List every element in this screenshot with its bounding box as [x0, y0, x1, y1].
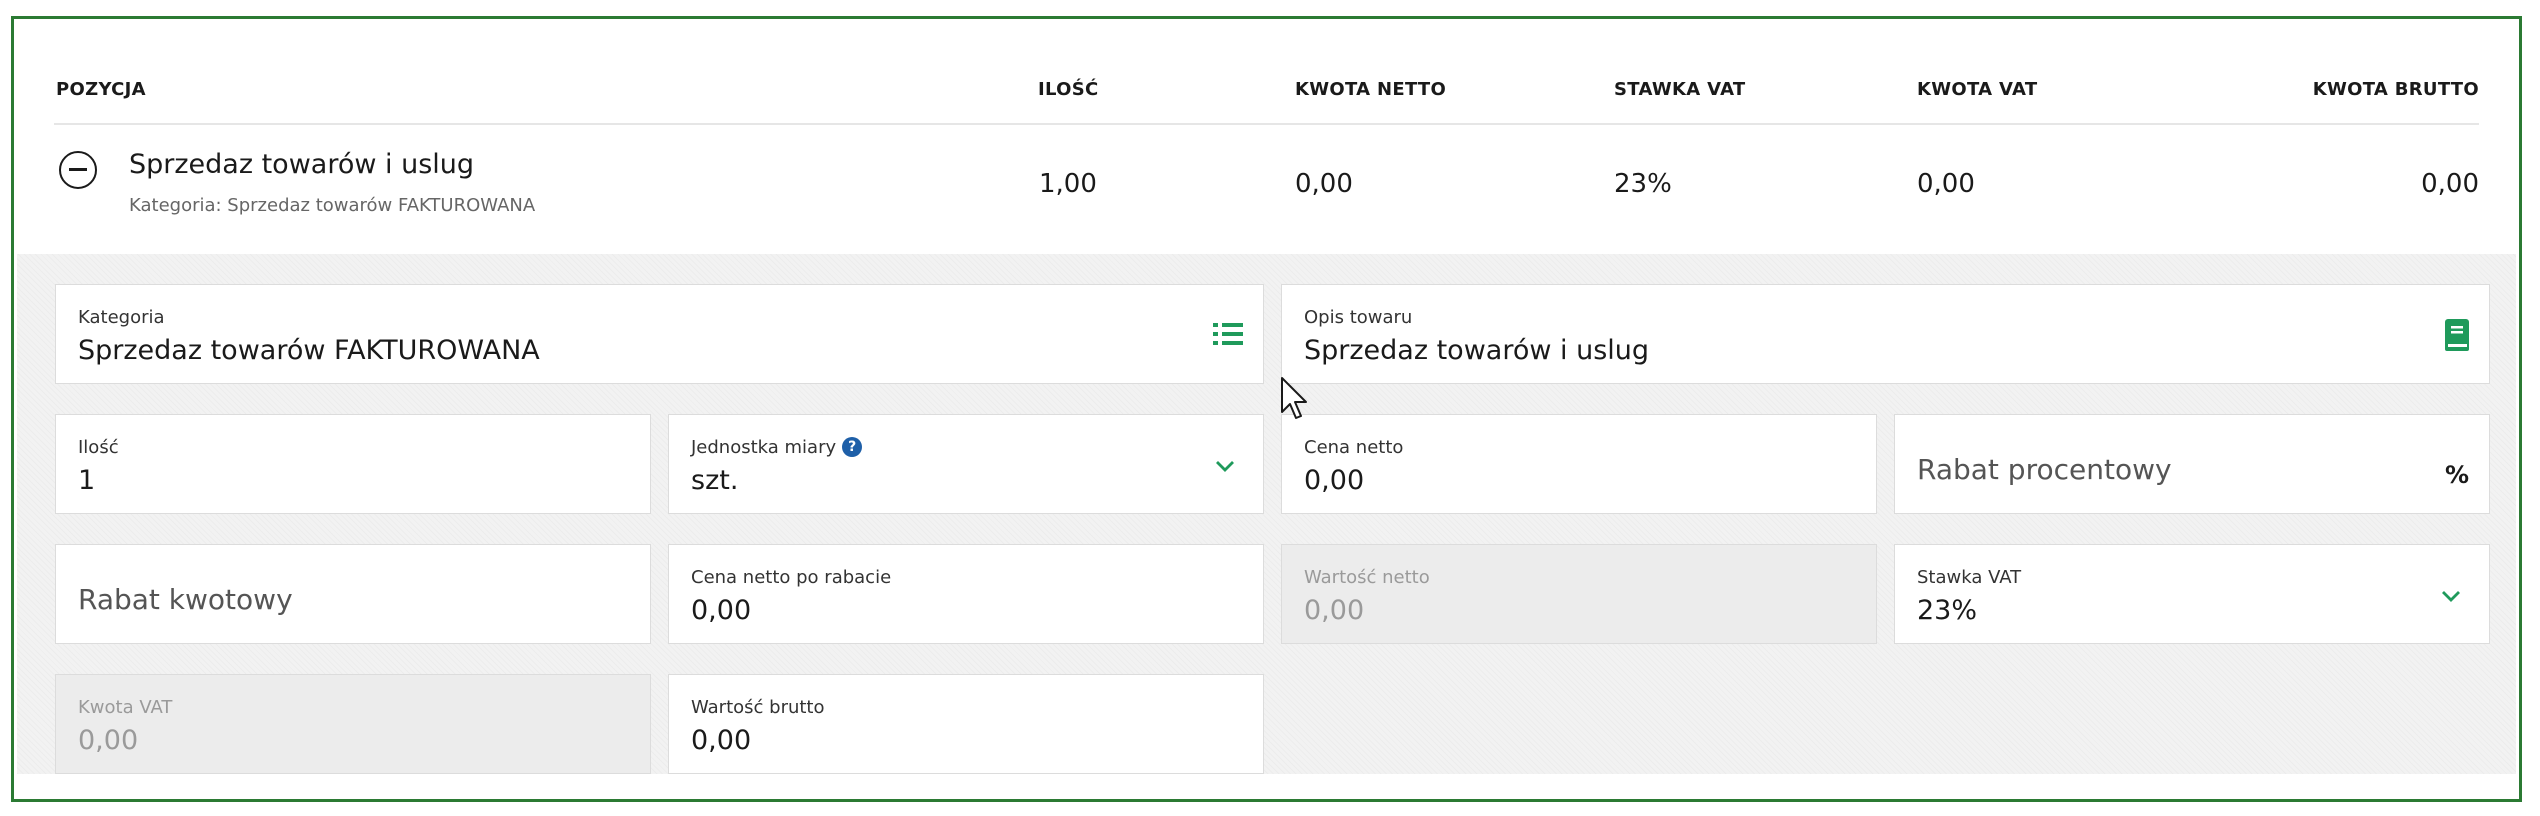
- kategoria-label: Kategoria: [78, 307, 165, 328]
- rabat-procentowy-placeholder: Rabat procentowy: [1917, 453, 2172, 486]
- ilosc-label: Ilość: [78, 437, 119, 458]
- header-kwota-brutto: KWOTA BRUTTO: [2312, 79, 2479, 100]
- wartosc-brutto-label: Wartość brutto: [691, 697, 825, 718]
- opis-towaru-value: Sprzedaz towarów i uslug: [1304, 335, 1650, 366]
- stawka-vat-label: Stawka VAT: [1917, 567, 2022, 588]
- header-stawka-vat: STAWKA VAT: [1614, 79, 1746, 100]
- item-category: Kategoria: Sprzedaz towarów FAKTUROWANA: [129, 195, 536, 216]
- header-kwota-vat: KWOTA VAT: [1917, 79, 2038, 100]
- wartosc-netto-value: 0,00: [1304, 595, 1365, 626]
- jednostka-miary-value: szt.: [691, 465, 739, 496]
- stawka-vat-select[interactable]: Stawka VAT 23%: [1894, 544, 2490, 644]
- invoice-item-panel: POZYCJA ILOŚĆ KWOTA NETTO STAWKA VAT KWO…: [11, 16, 2522, 802]
- wartosc-brutto-field[interactable]: Wartość brutto 0,00: [668, 674, 1264, 774]
- header-ilosc: ILOŚĆ: [1038, 79, 1099, 100]
- cena-netto-field[interactable]: Cena netto 0,00: [1281, 414, 1877, 514]
- mouse-cursor-icon: [1280, 376, 1310, 426]
- chevron-down-icon[interactable]: [1215, 457, 1235, 476]
- item-stawka-vat: 23%: [1614, 169, 1672, 199]
- header-pozycja: POZYCJA: [56, 79, 146, 100]
- chevron-down-icon[interactable]: [2441, 587, 2461, 606]
- cena-netto-po-rabacie-field[interactable]: Cena netto po rabacie 0,00: [668, 544, 1264, 644]
- rabat-procentowy-field[interactable]: Rabat procentowy %: [1894, 414, 2490, 514]
- item-kwota-vat: 0,00: [1917, 169, 1975, 199]
- cena-netto-po-rabacie-label: Cena netto po rabacie: [691, 567, 892, 588]
- opis-towaru-label: Opis towaru: [1304, 307, 1413, 328]
- stawka-vat-value: 23%: [1917, 595, 1978, 626]
- header-kwota-netto: KWOTA NETTO: [1295, 79, 1447, 100]
- kwota-vat-label: Kwota VAT: [78, 697, 173, 718]
- item-kwota-brutto: 0,00: [2421, 169, 2479, 199]
- item-kwota-netto: 0,00: [1295, 169, 1353, 199]
- cena-netto-value: 0,00: [1304, 465, 1365, 496]
- table-header: POZYCJA ILOŚĆ KWOTA NETTO STAWKA VAT KWO…: [54, 79, 2479, 125]
- opis-towaru-field[interactable]: Opis towaru Sprzedaz towarów i uslug: [1281, 284, 2490, 384]
- wartosc-brutto-value: 0,00: [691, 725, 752, 756]
- percent-icon: %: [2444, 461, 2469, 489]
- kwota-vat-value: 0,00: [78, 725, 139, 756]
- book-icon[interactable]: [2443, 319, 2471, 355]
- jednostka-miary-select[interactable]: Jednostka miary? szt.: [668, 414, 1264, 514]
- collapse-icon[interactable]: [59, 151, 97, 189]
- item-title: Sprzedaz towarów i uslug: [129, 149, 475, 180]
- rabat-kwotowy-placeholder: Rabat kwotowy: [78, 583, 293, 616]
- wartosc-netto-label: Wartość netto: [1304, 567, 1430, 588]
- rabat-kwotowy-field[interactable]: Rabat kwotowy: [55, 544, 651, 644]
- ilosc-field[interactable]: Ilość 1: [55, 414, 651, 514]
- table-row[interactable]: Sprzedaz towarów i uslug Kategoria: Sprz…: [54, 129, 2479, 249]
- kategoria-value: Sprzedaz towarów FAKTUROWANA: [78, 335, 540, 366]
- jednostka-miary-label: Jednostka miary?: [691, 437, 863, 458]
- item-ilosc: 1,00: [1039, 169, 1097, 199]
- help-icon[interactable]: ?: [842, 437, 863, 457]
- wartosc-netto-field: Wartość netto 0,00: [1281, 544, 1877, 644]
- item-details-form: Kategoria Sprzedaz towarów FAKTUROWANA O…: [17, 254, 2516, 774]
- cena-netto-po-rabacie-value: 0,00: [691, 595, 752, 626]
- ilosc-value: 1: [78, 465, 96, 496]
- cena-netto-label: Cena netto: [1304, 437, 1404, 458]
- kategoria-field[interactable]: Kategoria Sprzedaz towarów FAKTUROWANA: [55, 284, 1264, 384]
- list-icon[interactable]: [1213, 321, 1243, 351]
- kwota-vat-field: Kwota VAT 0,00: [55, 674, 651, 774]
